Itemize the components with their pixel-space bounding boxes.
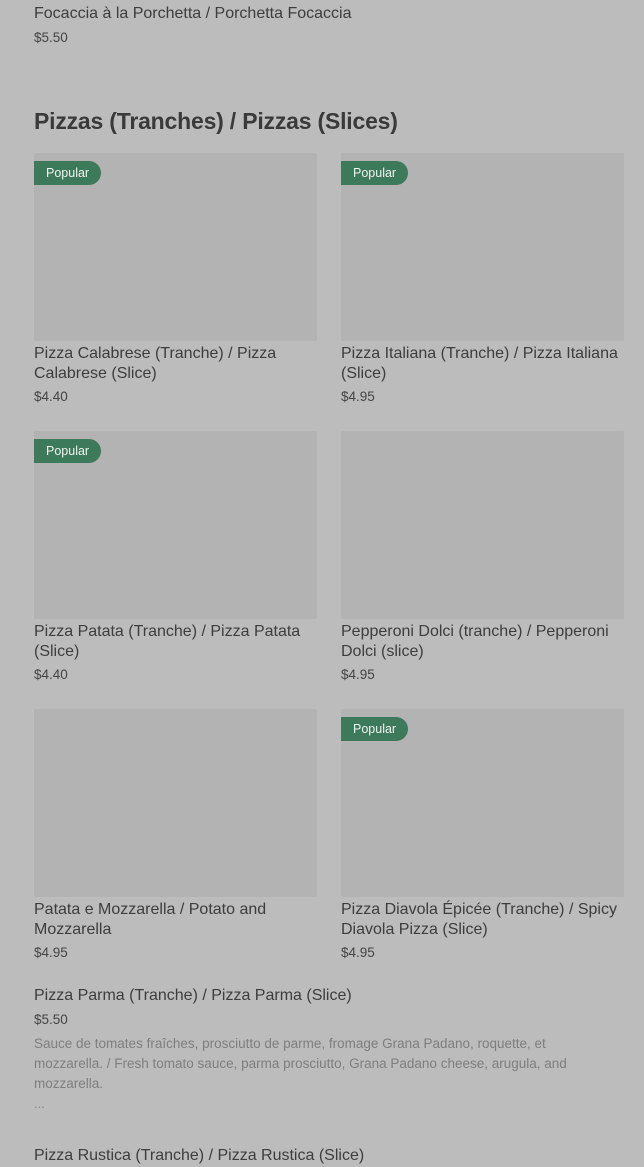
item-price: $5.50	[34, 1012, 68, 1027]
item-name: Patata e Mozzarella / Potato and Mozzare…	[34, 901, 267, 938]
menu-item-pizza-rustica[interactable]: Pizza Rustica (Tranche) / Pizza Rustica …	[34, 1146, 614, 1166]
item-price: $4.95	[341, 389, 375, 404]
popular-badge: Popular	[341, 717, 409, 741]
item-image: Popular	[34, 431, 317, 619]
item-price: $4.95	[341, 667, 375, 682]
description-ellipsis: ...	[34, 1096, 45, 1111]
item-name: Pizza Diavola Épicée (Tranche) / Spicy D…	[341, 901, 617, 938]
item-name: Pizza Calabrese (Tranche) / Pizza Calabr…	[34, 345, 277, 382]
item-price: $4.95	[34, 945, 68, 960]
menu-page: Focaccia à la Porchetta / Porchetta Foca…	[0, 0, 644, 1167]
item-price: $5.50	[34, 30, 68, 45]
item-price: $4.40	[34, 667, 68, 682]
menu-card[interactable]: Pepperoni Dolci (tranche) / Pepperoni Do…	[341, 431, 624, 691]
popular-badge: Popular	[341, 161, 409, 185]
item-name: Pizza Patata (Tranche) / Pizza Patata (S…	[34, 623, 301, 660]
item-name: Focaccia à la Porchetta / Porchetta Foca…	[34, 5, 352, 22]
item-image	[341, 431, 624, 619]
menu-card[interactable]: Patata e Mozzarella / Potato and Mozzare…	[34, 709, 317, 969]
popular-badge: Popular	[34, 161, 102, 185]
menu-card[interactable]: Popular Pizza Patata (Tranche) / Pizza P…	[34, 431, 317, 691]
item-name: Pizza Rustica (Tranche) / Pizza Rustica …	[34, 1147, 365, 1164]
menu-item-pizza-parma[interactable]: Pizza Parma (Tranche) / Pizza Parma (Sli…	[34, 986, 614, 1112]
item-name: Pizza Italiana (Tranche) / Pizza Italian…	[341, 345, 618, 382]
menu-card[interactable]: Popular Pizza Diavola Épicée (Tranche) /…	[341, 709, 624, 969]
item-image: Popular	[341, 709, 624, 897]
item-image	[34, 709, 317, 897]
item-name: Pepperoni Dolci (tranche) / Pepperoni Do…	[341, 623, 609, 660]
item-price: $4.40	[34, 389, 68, 404]
section-title: Pizzas (Tranches) / Pizzas (Slices)	[34, 108, 398, 134]
menu-card[interactable]: Popular Pizza Italiana (Tranche) / Pizza…	[341, 153, 624, 413]
item-image: Popular	[34, 153, 317, 341]
menu-item-focaccia[interactable]: Focaccia à la Porchetta / Porchetta Foca…	[34, 4, 351, 47]
item-price: $4.95	[341, 945, 375, 960]
item-description: Sauce de tomates fraîches, prosciutto de…	[34, 1036, 567, 1091]
popular-badge: Popular	[34, 439, 102, 463]
menu-card[interactable]: Popular Pizza Calabrese (Tranche) / Pizz…	[34, 153, 317, 413]
item-image: Popular	[341, 153, 624, 341]
item-name: Pizza Parma (Tranche) / Pizza Parma (Sli…	[34, 987, 352, 1004]
